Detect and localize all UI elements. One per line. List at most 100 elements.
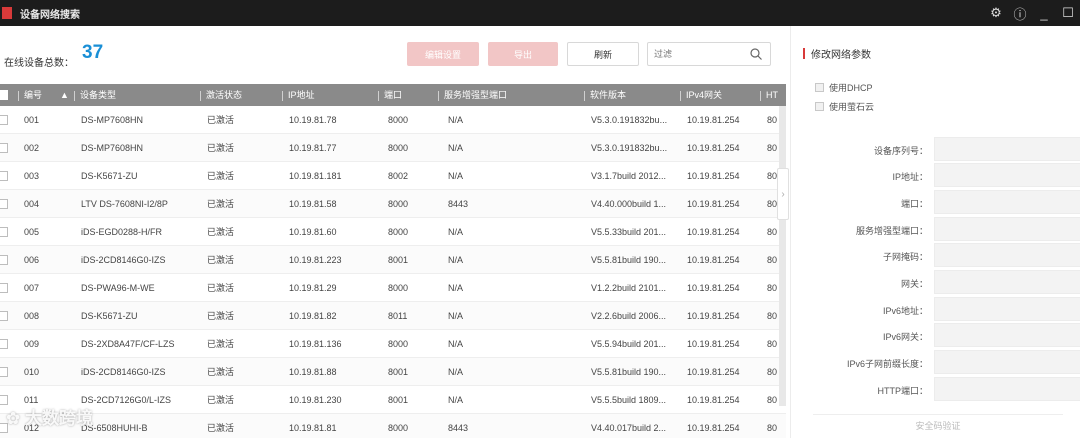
panel-toggle-handle[interactable]: › xyxy=(777,168,789,220)
window-title: 设备网络搜索 xyxy=(20,9,80,21)
header-enhanced-port[interactable]: 服务增强型端口 xyxy=(438,84,507,106)
row-checkbox[interactable] xyxy=(0,227,8,237)
header-http[interactable]: HT xyxy=(760,84,778,106)
field-label: IPv6子网前缀长度： xyxy=(846,359,928,369)
table-row[interactable]: 004 LTV DS-7608NI-I2/8P 已激活 10.19.81.58 8000… xyxy=(0,190,786,218)
table-cell: 10.19.81.136 xyxy=(289,339,342,349)
field-input[interactable] xyxy=(934,190,1080,214)
select-all-checkbox[interactable] xyxy=(0,90,8,100)
app-logo-icon xyxy=(2,7,12,19)
table-cell: 10.19.81.254 xyxy=(687,115,740,125)
header-status[interactable]: 激活状态 xyxy=(200,84,242,106)
table-row[interactable]: 005 iDS-EGD0288-H/FR 已激活 10.19.81.60 8000 N/A… xyxy=(0,218,786,246)
table-cell: 006 xyxy=(24,255,40,265)
table-cell: 已激活 xyxy=(207,143,235,153)
table-row[interactable]: 003 DS-K5671-ZU 已激活 10.19.81.181 8002 N/A V3.1… xyxy=(0,162,786,190)
checkbox-box[interactable] xyxy=(815,102,824,111)
maximize-icon[interactable]: ☐ xyxy=(1056,0,1080,26)
table-cell: 10.19.81.58 xyxy=(289,199,337,209)
field-input[interactable] xyxy=(934,350,1080,374)
row-checkbox[interactable] xyxy=(0,311,8,321)
table-cell: 008 xyxy=(24,311,40,321)
header-ip[interactable]: IP地址 xyxy=(282,84,315,106)
online-count-label: 在线设备总数： xyxy=(4,58,74,69)
field-input[interactable] xyxy=(934,323,1080,347)
field-input[interactable] xyxy=(934,297,1080,321)
verify-button[interactable]: 安全码验证 xyxy=(813,414,1063,436)
table-cell: 80 xyxy=(767,423,778,433)
table-body: 001 DS-MP7608HN 已激活 10.19.81.78 8000 N/A V5.3.… xyxy=(0,106,786,438)
header-device-type[interactable]: 设备类型 xyxy=(74,84,116,106)
search-input[interactable] xyxy=(654,43,750,65)
row-checkbox[interactable] xyxy=(0,199,8,209)
table-row[interactable]: 002 DS-MP7608HN 已激活 10.19.81.77 8000 N/A V5.3.… xyxy=(0,134,786,162)
table-cell: 10.19.81.254 xyxy=(687,395,740,405)
table-row[interactable]: 006 iDS-2CD8146G0-IZS 已激活 10.19.81.223 8001 N… xyxy=(0,246,786,274)
header-port[interactable]: 端口 xyxy=(378,84,402,106)
header-no[interactable]: 编号 ▲ xyxy=(18,84,69,106)
table-cell: 80 xyxy=(767,171,778,181)
search-box[interactable] xyxy=(647,42,771,66)
table-cell: 已激活 xyxy=(207,395,235,405)
field-input[interactable] xyxy=(934,217,1080,241)
table-cell: 001 xyxy=(24,115,40,125)
table-cell: 10.19.81.82 xyxy=(289,311,337,321)
table-row[interactable]: 001 DS-MP7608HN 已激活 10.19.81.78 8000 N/A V5.3.… xyxy=(0,106,786,134)
row-checkbox[interactable] xyxy=(0,115,8,125)
table-cell: 80 xyxy=(767,311,778,321)
field-input[interactable] xyxy=(934,377,1080,401)
device-table: 编号 ▲ 设备类型 激活状态 IP地址 端口 服务增强型端口 软件版本 IPv4网… xyxy=(0,84,786,438)
field-label: 设备序列号： xyxy=(873,146,928,156)
row-checkbox[interactable] xyxy=(0,143,8,153)
table-cell: 已激活 xyxy=(207,283,235,293)
table-cell: N/A xyxy=(448,395,464,405)
settings-icon[interactable]: ⚙ xyxy=(984,0,1008,26)
field-label: 服务增强型端口： xyxy=(855,226,928,236)
network-params-panel: 修改网络参数 使用DHCP 使用萤石云 设备序列号： IP地址： 端口： 服务增强型端… xyxy=(790,26,1080,438)
table-cell: 8000 xyxy=(388,115,409,125)
info-icon[interactable]: ⓘ xyxy=(1008,0,1032,26)
sort-arrow-icon[interactable]: ▲ xyxy=(60,90,69,100)
cloud-checkbox[interactable]: 使用萤石云 xyxy=(815,100,874,113)
field-label: IPv6网关： xyxy=(882,332,928,342)
row-checkbox[interactable] xyxy=(0,171,8,181)
field-input[interactable] xyxy=(934,163,1080,187)
table-row[interactable]: 008 DS-K5671-ZU 已激活 10.19.81.82 8011 N/A V2.2.… xyxy=(0,302,786,330)
table-cell: 8001 xyxy=(388,395,409,405)
checkbox-box[interactable] xyxy=(815,83,824,92)
table-cell: N/A xyxy=(448,255,464,265)
table-row[interactable]: 007 DS-PWA96-M-WE 已激活 10.19.81.29 8000 N/A V1.… xyxy=(0,274,786,302)
export-button[interactable]: 导出 xyxy=(488,42,558,66)
table-cell: 10.19.81.29 xyxy=(289,283,337,293)
field-label: 子网掩码： xyxy=(882,252,928,262)
header-gateway[interactable]: IPv4网关 xyxy=(680,84,722,106)
row-checkbox[interactable] xyxy=(0,255,8,265)
search-icon[interactable] xyxy=(750,48,762,60)
field-input[interactable] xyxy=(934,243,1080,267)
field-label: IPv6地址： xyxy=(882,306,928,316)
row-checkbox[interactable] xyxy=(0,339,8,349)
modify-button[interactable]: 编辑设置 xyxy=(407,42,479,66)
field-input[interactable] xyxy=(934,270,1080,294)
watermark: ✿ 大数跨境 xyxy=(6,409,93,428)
dhcp-checkbox[interactable]: 使用DHCP xyxy=(815,81,873,94)
row-checkbox[interactable] xyxy=(0,367,8,377)
table-cell: 已激活 xyxy=(207,255,235,265)
row-checkbox[interactable] xyxy=(0,283,8,293)
minimize-icon[interactable]: _ xyxy=(1032,0,1056,26)
table-cell: 8001 xyxy=(388,367,409,377)
table-row[interactable]: 010 iDS-2CD8146G0-IZS 已激活 10.19.81.88 8001 N/… xyxy=(0,358,786,386)
table-row[interactable]: 009 DS-2XD8A47F/CF-LZS 已激活 10.19.81.136 8000… xyxy=(0,330,786,358)
field-input[interactable] xyxy=(934,137,1080,161)
table-row[interactable]: 012 DS-6508HUHI-B 已激活 10.19.81.81 8000 8443 V4… xyxy=(0,414,786,438)
table-cell: 10.19.81.254 xyxy=(687,283,740,293)
table-row[interactable]: 011 DS-2CD7126G0/L-IZS 已激活 10.19.81.230 8001… xyxy=(0,386,786,414)
table-cell: 10.19.81.254 xyxy=(687,367,740,377)
header-version[interactable]: 软件版本 xyxy=(584,84,626,106)
table-cell: iDS-2CD8146G0-IZS xyxy=(81,255,166,265)
table-cell: N/A xyxy=(448,171,464,181)
table-cell: iDS-EGD0288-H/FR xyxy=(81,227,163,237)
table-scrollbar[interactable] xyxy=(779,106,786,406)
refresh-button[interactable]: 刷新 xyxy=(567,42,639,66)
title-bar: 设备网络搜索 ⚙ ⓘ _ ☐ xyxy=(0,0,1080,26)
